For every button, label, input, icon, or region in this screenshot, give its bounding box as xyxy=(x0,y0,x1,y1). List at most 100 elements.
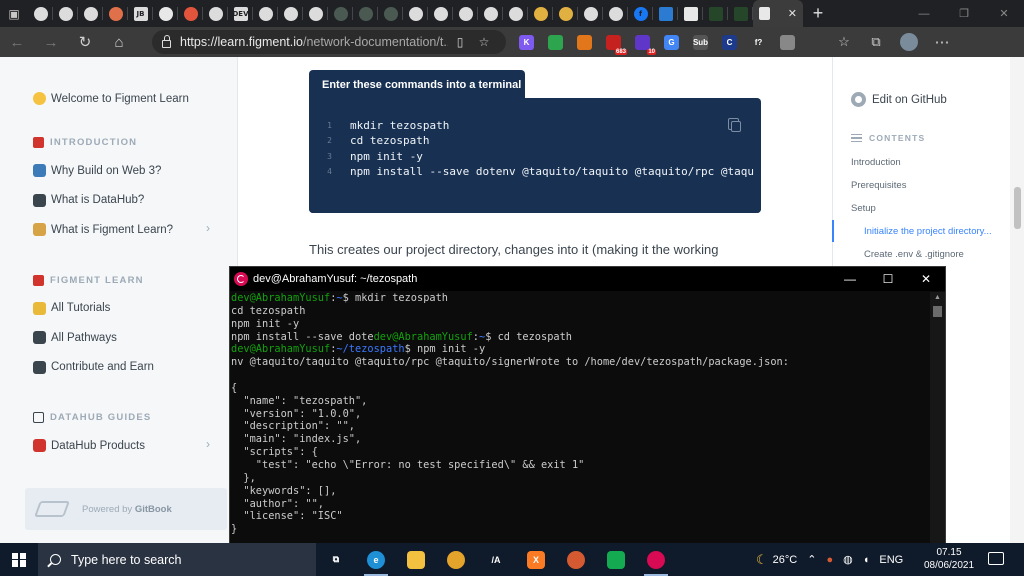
browser-tab[interactable]: JB xyxy=(128,0,153,27)
tray-app-icon[interactable]: ● xyxy=(826,554,833,566)
browser-tab[interactable] xyxy=(203,0,228,27)
browser-tab[interactable] xyxy=(653,0,678,27)
sidebar-item[interactable]: Why Build on Web 3? xyxy=(33,164,161,177)
taskbar-app[interactable]: /A xyxy=(476,543,516,576)
clock[interactable]: 07.15 08/06/2021 xyxy=(924,546,974,572)
taskbar-search[interactable]: Type here to search xyxy=(38,543,316,576)
extension-button[interactable] xyxy=(773,27,802,57)
terminal-minimize-button[interactable]: — xyxy=(831,267,869,291)
weather-temp[interactable]: 26°C xyxy=(773,554,798,566)
address-bar[interactable]: https://learn.figment.io/network-documen… xyxy=(152,30,506,54)
sidebar-item[interactable]: All Pathways xyxy=(33,331,117,344)
notification-center-icon[interactable] xyxy=(988,552,1004,565)
chevron-right-icon[interactable]: › xyxy=(206,437,210,451)
browser-tab[interactable] xyxy=(353,0,378,27)
toc-link[interactable]: Initialize the project directory... xyxy=(864,226,992,237)
reload-button[interactable]: ↻ xyxy=(68,27,102,57)
browser-tab[interactable] xyxy=(278,0,303,27)
terminal-maximize-button[interactable]: ☐ xyxy=(869,267,907,291)
volume-icon[interactable]: ◖ xyxy=(863,554,870,566)
browser-tab[interactable] xyxy=(528,0,553,27)
new-tab-button[interactable]: + xyxy=(803,3,833,24)
extension-button[interactable]: f? xyxy=(744,27,773,57)
start-button[interactable] xyxy=(0,543,38,576)
browser-tab[interactable]: DEV xyxy=(228,0,253,27)
network-icon[interactable]: ◍ xyxy=(843,553,853,566)
terminal-output[interactable]: dev@AbrahamYusuf:~$ mkdir tezospath cd te… xyxy=(230,292,932,544)
browser-tab[interactable] xyxy=(178,0,203,27)
taskbar-app[interactable] xyxy=(436,543,476,576)
gitbook-footer[interactable]: Powered by GitBook xyxy=(25,488,227,530)
taskbar-app[interactable]: X xyxy=(516,543,556,576)
browser-tab[interactable] xyxy=(553,0,578,27)
reading-view-icon[interactable]: ▯ xyxy=(448,35,472,49)
extension-button[interactable]: K xyxy=(512,27,541,57)
close-tab-icon[interactable]: ✕ xyxy=(788,7,797,20)
tab-actions-icon[interactable]: ▣ xyxy=(0,0,28,27)
extension-button[interactable]: Sub xyxy=(686,27,715,57)
browser-tab[interactable] xyxy=(328,0,353,27)
browser-tab[interactable] xyxy=(428,0,453,27)
minimize-button[interactable]: — xyxy=(904,0,944,27)
browser-tab[interactable] xyxy=(728,0,753,27)
extension-button[interactable]: C xyxy=(715,27,744,57)
browser-tab[interactable] xyxy=(78,0,103,27)
profile-button[interactable] xyxy=(892,33,926,51)
copy-icon[interactable] xyxy=(728,118,741,132)
tray-chevron-icon[interactable]: ⌃ xyxy=(807,553,816,566)
toc-link[interactable]: Create .env & .gitignore xyxy=(864,249,964,260)
taskbar-app[interactable]: e xyxy=(356,543,396,576)
browser-tab[interactable] xyxy=(53,0,78,27)
terminal-titlebar[interactable]: dev@AbrahamYusuf: ~/tezospath — ☐ ✕ xyxy=(230,267,945,291)
browser-tab[interactable] xyxy=(378,0,403,27)
sidebar-item[interactable]: All Tutorials xyxy=(33,301,110,315)
scroll-up-icon[interactable]: ▲ xyxy=(930,294,945,301)
terminal-scrollbar-thumb[interactable] xyxy=(933,306,942,317)
edit-on-github-link[interactable]: Edit on GitHub xyxy=(851,92,947,107)
sidebar-item[interactable]: What is DataHub? xyxy=(33,193,144,207)
taskbar-app[interactable] xyxy=(556,543,596,576)
toc-link[interactable]: Introduction xyxy=(851,157,901,168)
browser-tab[interactable] xyxy=(253,0,278,27)
terminal-window[interactable]: dev@AbrahamYusuf: ~/tezospath — ☐ ✕ dev@… xyxy=(229,266,946,544)
language-indicator[interactable]: ENG xyxy=(879,554,903,566)
page-scrollbar[interactable] xyxy=(1010,57,1024,543)
sidebar-item-welcome[interactable]: Welcome to Figment Learn xyxy=(33,92,189,105)
browser-tab[interactable] xyxy=(403,0,428,27)
toc-link[interactable]: Prerequisites xyxy=(851,180,906,191)
extension-button[interactable]: G xyxy=(657,27,686,57)
active-tab[interactable]: ✕ xyxy=(753,0,803,27)
code-scrollbar[interactable] xyxy=(309,205,761,213)
sidebar-item[interactable]: What is Figment Learn? xyxy=(33,223,173,236)
favorite-star-icon[interactable]: ☆ xyxy=(472,35,496,49)
more-menu-icon[interactable]: ⋯ xyxy=(926,27,958,57)
browser-tab[interactable] xyxy=(703,0,728,27)
browser-tab[interactable]: f xyxy=(628,0,653,27)
browser-tab[interactable] xyxy=(28,0,53,27)
browser-tab[interactable] xyxy=(153,0,178,27)
close-window-button[interactable]: ✕ xyxy=(984,0,1024,27)
terminal-scrollbar[interactable]: ▲ xyxy=(930,292,945,544)
chevron-right-icon[interactable]: › xyxy=(206,221,210,235)
favorites-icon[interactable]: ☆ xyxy=(828,27,860,57)
taskbar-app[interactable] xyxy=(396,543,436,576)
url-text[interactable]: https://learn.figment.io/network-documen… xyxy=(180,35,448,49)
toc-link[interactable]: Setup xyxy=(851,203,876,214)
restore-button[interactable]: ❐ xyxy=(944,0,984,27)
collections-icon[interactable]: ⧉ xyxy=(860,27,892,57)
page-scrollbar-thumb[interactable] xyxy=(1014,187,1021,229)
browser-tab[interactable] xyxy=(603,0,628,27)
sidebar-item[interactable]: DataHub Products xyxy=(33,439,145,452)
taskbar-app[interactable] xyxy=(596,543,636,576)
browser-tab[interactable] xyxy=(503,0,528,27)
browser-tab[interactable] xyxy=(303,0,328,27)
home-button[interactable]: ⌂ xyxy=(102,27,136,57)
sidebar-item[interactable]: Contribute and Earn xyxy=(33,360,154,374)
extension-button[interactable]: 683 xyxy=(599,27,628,57)
weather-icon[interactable]: ☾ xyxy=(756,552,768,568)
taskbar-app[interactable] xyxy=(636,543,676,576)
browser-tab[interactable] xyxy=(478,0,503,27)
back-button[interactable]: ← xyxy=(0,27,34,57)
forward-button[interactable]: → xyxy=(34,27,68,57)
browser-tab[interactable] xyxy=(453,0,478,27)
